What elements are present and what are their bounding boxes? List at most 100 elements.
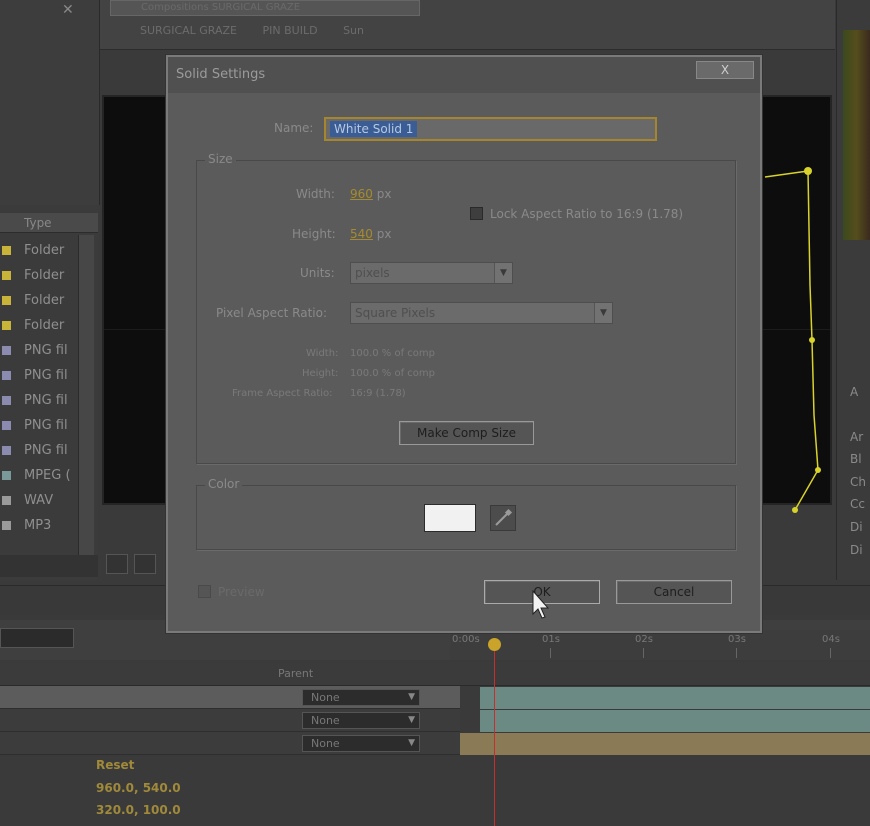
project-item-type: PNG fil bbox=[24, 343, 68, 358]
breadcrumb-item[interactable]: PIN BUILD bbox=[263, 24, 318, 37]
name-input[interactable]: White Solid 1 bbox=[324, 117, 657, 141]
property-value[interactable]: Reset bbox=[96, 758, 134, 772]
parent-select[interactable]: None bbox=[302, 712, 420, 729]
width-number[interactable]: 960 bbox=[350, 187, 373, 201]
ruler-tick bbox=[550, 648, 551, 658]
close-button[interactable]: X bbox=[696, 61, 754, 79]
name-input-value: White Solid 1 bbox=[330, 121, 418, 137]
ruler-label: 0:00s bbox=[452, 634, 480, 645]
layer-duration-bar[interactable] bbox=[480, 687, 870, 709]
effect-category[interactable]: Di bbox=[850, 520, 863, 534]
parent-select[interactable]: None bbox=[302, 689, 420, 706]
pixel-aspect-select[interactable]: Square Pixels ▼ bbox=[350, 302, 613, 324]
playhead[interactable] bbox=[494, 640, 495, 826]
property-value[interactable]: 960.0, 540.0 bbox=[96, 781, 181, 795]
audio-meter bbox=[843, 30, 870, 240]
units-select[interactable]: pixels ▼ bbox=[350, 262, 513, 284]
project-item[interactable]: PNG fil bbox=[0, 438, 75, 463]
project-column-type[interactable]: Type bbox=[0, 213, 98, 233]
height-unit: px bbox=[376, 227, 392, 241]
project-item[interactable]: Folder bbox=[0, 288, 75, 313]
color-group-label: Color bbox=[205, 477, 243, 491]
layer-duration-bar[interactable] bbox=[460, 733, 870, 755]
label-color-icon bbox=[2, 296, 11, 305]
viewer-button[interactable] bbox=[134, 554, 156, 574]
label-color-icon bbox=[2, 446, 11, 455]
label-color-icon bbox=[2, 271, 11, 280]
size-group-label: Size bbox=[205, 152, 236, 166]
label-color-icon bbox=[2, 396, 11, 405]
info-width-label: Width: bbox=[306, 348, 339, 359]
label-color-icon bbox=[2, 496, 11, 505]
effect-category[interactable]: A bbox=[850, 385, 858, 399]
project-item[interactable]: MP3 bbox=[0, 513, 75, 538]
close-icon[interactable]: ✕ bbox=[62, 2, 74, 18]
height-number[interactable]: 540 bbox=[350, 227, 373, 241]
info-width-value: 100.0 % of comp bbox=[350, 348, 436, 359]
project-item-type: Folder bbox=[24, 268, 65, 283]
project-scrollbar[interactable] bbox=[78, 235, 94, 555]
info-height-value: 100.0 % of comp bbox=[350, 368, 436, 379]
effect-category[interactable]: Di bbox=[850, 543, 863, 557]
project-item[interactable]: PNG fil bbox=[0, 338, 75, 363]
current-time-field[interactable] bbox=[0, 628, 74, 648]
make-comp-size-button[interactable]: Make Comp Size bbox=[399, 421, 534, 445]
project-item[interactable]: PNG fil bbox=[0, 363, 75, 388]
label-color-icon bbox=[2, 346, 11, 355]
project-bottom-bar bbox=[0, 555, 98, 577]
timeline-layer[interactable]: None bbox=[0, 709, 460, 732]
preview-checkbox[interactable] bbox=[198, 585, 211, 598]
viewer-button[interactable] bbox=[106, 554, 128, 574]
parent-select[interactable]: None bbox=[302, 735, 420, 752]
height-label: Height: bbox=[292, 227, 336, 241]
effect-category[interactable]: Cc bbox=[850, 497, 865, 511]
composition-header: Compositions SURGICAL GRAZE SURGICAL GRA… bbox=[100, 0, 835, 50]
time-ruler[interactable]: 0:00s 01s 02s 03s 04s bbox=[450, 630, 870, 660]
eyedropper-icon[interactable] bbox=[490, 505, 516, 531]
project-item-type: WAV bbox=[24, 493, 54, 508]
chevron-down-icon: ▼ bbox=[594, 303, 612, 323]
effects-panel-top: ✕ bbox=[0, 0, 100, 205]
lock-aspect-label[interactable]: Lock Aspect Ratio to 16:9 (1.78) bbox=[490, 207, 683, 221]
chevron-down-icon: ▼ bbox=[494, 263, 512, 283]
units-select-value: pixels bbox=[355, 266, 390, 280]
project-item[interactable]: WAV bbox=[0, 488, 75, 513]
label-color-icon bbox=[2, 421, 11, 430]
motion-path-icon[interactable] bbox=[760, 165, 830, 515]
project-item[interactable]: PNG fil bbox=[0, 413, 75, 438]
project-item[interactable]: MPEG ( bbox=[0, 463, 75, 488]
after-effects-workspace: ✕ Compositions SURGICAL GRAZE SURGICAL G… bbox=[0, 0, 870, 826]
height-value[interactable]: 540 px bbox=[350, 227, 391, 241]
project-item[interactable]: Folder bbox=[0, 263, 75, 288]
cancel-button[interactable]: Cancel bbox=[616, 580, 732, 604]
name-label: Name: bbox=[274, 121, 314, 135]
breadcrumb-item[interactable]: SURGICAL GRAZE bbox=[140, 24, 237, 37]
layer-duration-bar[interactable] bbox=[480, 710, 870, 732]
project-item[interactable]: Folder bbox=[0, 313, 75, 338]
width-value[interactable]: 960 px bbox=[350, 187, 391, 201]
color-swatch[interactable] bbox=[424, 504, 476, 532]
timeline-layer[interactable]: None bbox=[0, 732, 460, 755]
info-frame-label: Frame Aspect Ratio: bbox=[232, 388, 333, 399]
project-item-type: MP3 bbox=[24, 518, 52, 533]
composition-tab[interactable]: Compositions SURGICAL GRAZE bbox=[110, 0, 420, 16]
project-item-type: PNG fil bbox=[24, 368, 68, 383]
playhead-handle[interactable] bbox=[488, 638, 501, 651]
project-item[interactable]: PNG fil bbox=[0, 388, 75, 413]
project-item[interactable]: Folder bbox=[0, 238, 75, 263]
ruler-label: 01s bbox=[542, 634, 560, 645]
pixel-aspect-select-value: Square Pixels bbox=[355, 306, 436, 320]
effect-category[interactable]: Bl bbox=[850, 452, 862, 466]
effect-category[interactable]: Ch bbox=[850, 475, 866, 489]
ruler-tick bbox=[736, 648, 737, 658]
effect-category[interactable]: Ar bbox=[850, 430, 863, 444]
lock-aspect-checkbox[interactable] bbox=[470, 207, 483, 220]
breadcrumb-item[interactable]: Sun bbox=[343, 24, 364, 37]
info-frame-value: 16:9 (1.78) bbox=[350, 388, 406, 399]
property-value[interactable]: 320.0, 100.0 bbox=[96, 803, 181, 817]
preview-label[interactable]: Preview bbox=[218, 585, 265, 599]
mouse-pointer-icon bbox=[532, 590, 550, 619]
units-label: Units: bbox=[300, 266, 335, 280]
parent-column-label[interactable]: Parent bbox=[278, 667, 313, 680]
timeline-layer[interactable]: None bbox=[0, 686, 460, 709]
